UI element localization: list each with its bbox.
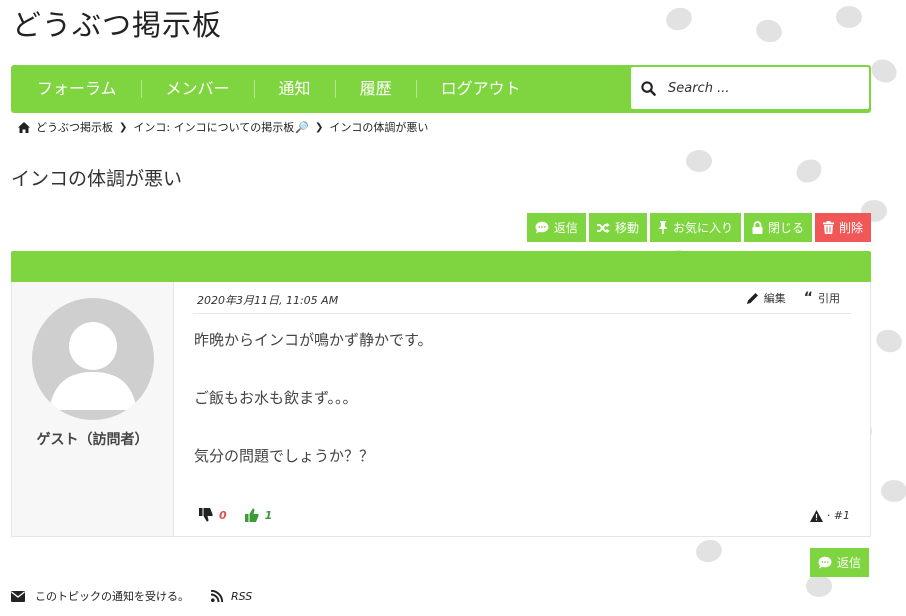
downvote-button[interactable]: 0	[199, 508, 227, 522]
paw-decoration	[693, 537, 725, 565]
paw-decoration	[873, 326, 905, 356]
post-header-bar	[11, 251, 871, 282]
paw-decoration	[867, 54, 901, 88]
edit-label: 編集	[763, 292, 786, 305]
thumbs-down-icon	[199, 508, 213, 522]
rss-link[interactable]: RSS	[211, 590, 252, 603]
author-name[interactable]: ゲスト（訪問者）	[12, 429, 173, 449]
reply-button[interactable]: 返信	[526, 213, 586, 242]
warning-icon[interactable]	[809, 509, 823, 522]
nav-item-history[interactable]: 履歴	[336, 80, 417, 98]
nav-item-members[interactable]: メンバー	[142, 80, 255, 98]
move-label: 移動	[614, 221, 639, 235]
chevron-right-icon: ❯	[119, 121, 128, 133]
search-box	[631, 67, 869, 109]
paw-decoration	[686, 150, 712, 172]
upvote-count: 1	[264, 508, 273, 522]
quote-button[interactable]: “ 引用	[804, 290, 840, 306]
thumbs-up-icon	[244, 508, 259, 522]
post-number[interactable]: · #1	[827, 509, 850, 522]
reply-label: 返信	[553, 221, 578, 235]
favorite-label: お気に入り	[672, 221, 733, 235]
trash-icon	[822, 221, 834, 234]
post-line: 昨晩からインコが鳴かず静かです。	[194, 331, 433, 349]
reply-label: 返信	[837, 556, 862, 570]
paw-decoration	[836, 6, 862, 28]
search-icon[interactable]	[641, 80, 656, 96]
pin-icon	[658, 221, 668, 234]
report-area: · #1	[809, 509, 850, 522]
author-panel: ゲスト（訪問者）	[12, 282, 174, 536]
upvote-button[interactable]: 1	[244, 508, 273, 522]
move-button[interactable]: 移動	[588, 213, 647, 242]
paw-decoration	[792, 154, 826, 188]
site-title[interactable]: どうぶつ掲示板	[12, 2, 222, 44]
nav-item-notifications[interactable]: 通知	[255, 80, 336, 98]
close-button[interactable]: 閉じる	[743, 213, 812, 242]
delete-label: 削除	[838, 221, 863, 235]
breadcrumb-home[interactable]: どうぶつ掲示板	[36, 119, 113, 135]
chat-icon	[535, 221, 549, 234]
pencil-icon	[746, 293, 758, 304]
avatar[interactable]	[32, 298, 154, 420]
rss-icon	[211, 590, 223, 602]
post-tools: 編集 “ 引用	[746, 290, 840, 306]
downvote-count: 0	[219, 508, 227, 522]
post-card: ゲスト（訪問者） 2020年3月11日, 11:05 AM 編集 “ 引用 昨晩…	[11, 282, 871, 537]
quote-label: 引用	[818, 292, 840, 305]
quote-icon: “	[803, 290, 813, 306]
home-icon[interactable]	[18, 121, 30, 133]
post-line: ご飯もお水も飲まず。。。	[194, 389, 358, 407]
lock-icon	[752, 221, 763, 234]
nav-item-logout[interactable]: ログアウト	[417, 80, 545, 98]
footer-links: このトピックの通知を受ける。 RSS	[11, 588, 252, 604]
post-date: 2020年3月11日, 11:05 AM	[197, 294, 339, 307]
search-input[interactable]	[666, 79, 860, 97]
post-body: 昨晩からインコが鳴かず静かです。 ご飯もお水も飲まず。。。 気分の問題でしょうか…	[194, 326, 433, 500]
favorite-button[interactable]: お気に入り	[649, 213, 741, 242]
breadcrumb: どうぶつ掲示板 ❯ インコ: インコについての掲示板 🔎 ❯ インコの体調が悪い	[18, 119, 428, 135]
nav-menu: フォーラム メンバー 通知 履歴 ログアウト	[11, 65, 545, 113]
reply-button-bottom[interactable]: 返信	[810, 548, 870, 577]
delete-button[interactable]: 削除	[814, 213, 871, 242]
divider	[193, 313, 851, 314]
chat-icon	[818, 556, 832, 569]
rss-label: RSS	[231, 589, 253, 603]
close-label: 閉じる	[767, 221, 804, 235]
paw-decoration	[663, 4, 695, 34]
vote-bar: 0 1	[199, 508, 272, 522]
post-line: 気分の問題でしょうか？？	[194, 447, 375, 465]
chevron-right-icon: ❯	[314, 121, 324, 133]
shuffle-icon	[596, 222, 610, 233]
nav-item-forum[interactable]: フォーラム	[11, 80, 142, 98]
paw-decoration	[753, 17, 785, 45]
subscribe-link[interactable]: このトピックの通知を受ける。	[35, 588, 189, 604]
topic-actions: 返信 移動 お気に入り 閉じる 削除	[526, 213, 871, 242]
breadcrumb-current: インコの体調が悪い	[329, 121, 429, 134]
paw-decoration	[806, 575, 832, 597]
envelope-icon	[11, 590, 25, 602]
magnifier-icon: 🔎	[295, 120, 309, 134]
breadcrumb-forum[interactable]: インコ: インコについての掲示板	[133, 119, 294, 135]
edit-button[interactable]: 編集	[746, 290, 786, 306]
paw-decoration	[881, 480, 906, 502]
main-navbar: フォーラム メンバー 通知 履歴 ログアウト	[11, 65, 871, 113]
user-silhouette-icon	[49, 322, 137, 410]
topic-title: インコの体調が悪い	[11, 168, 183, 190]
